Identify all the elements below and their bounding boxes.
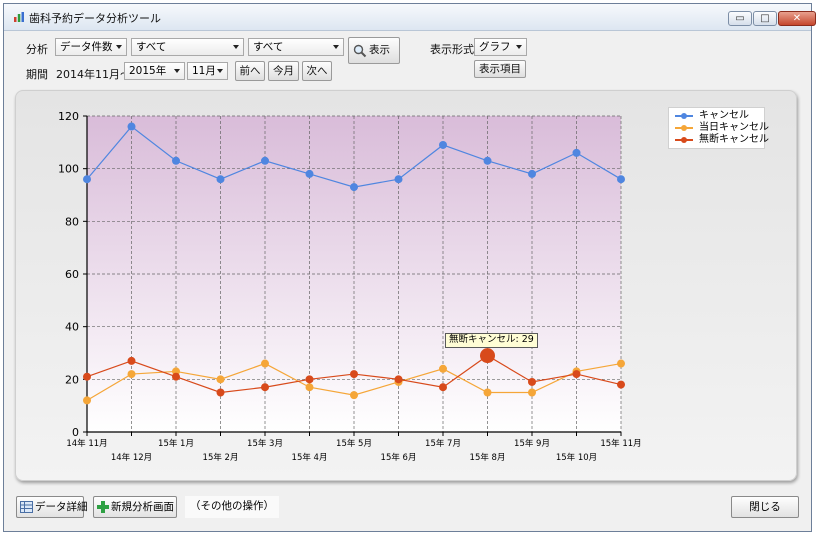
data-point [216, 375, 225, 384]
chart-legend: キャンセル 当日キャンセル 無断キャンセル [668, 107, 769, 149]
data-point [394, 375, 403, 384]
new-analysis-label: 新規分析画面 [111, 501, 174, 513]
legend-label: キャンセル [699, 110, 749, 121]
data-point [439, 364, 447, 373]
data-point [483, 156, 492, 165]
data-point [439, 383, 447, 392]
data-point [528, 377, 536, 386]
y-tick-label: 40 [65, 321, 79, 334]
data-point [216, 175, 225, 184]
legend-marker [681, 113, 687, 119]
data-point [261, 359, 269, 368]
y-tick-label: 60 [65, 268, 79, 281]
x-tick-label: 15年 4月 [292, 452, 328, 463]
data-point [83, 396, 91, 405]
data-point [83, 372, 91, 381]
data-point [261, 383, 269, 392]
data-point [305, 169, 314, 178]
data-point [172, 372, 180, 381]
data-detail-button[interactable]: データ詳細 [16, 496, 88, 518]
y-tick-label: 20 [65, 373, 79, 386]
x-tick-label: 15年 9月 [514, 438, 550, 449]
data-point [261, 156, 269, 165]
x-tick-label: 15年 7月 [425, 438, 461, 449]
x-tick-label: 15年 6月 [381, 452, 417, 463]
legend-label: 当日キャンセル [699, 122, 769, 133]
data-point [305, 375, 314, 384]
data-point [172, 156, 180, 165]
data-point [528, 388, 536, 397]
data-point [572, 370, 581, 379]
legend-marker [681, 125, 687, 131]
table-icon [20, 501, 33, 513]
chart-tooltip: 無断キャンセル: 29 [445, 333, 538, 348]
new-analysis-button[interactable]: 新規分析画面 [93, 496, 177, 518]
x-tick-label: 15年 1月 [158, 438, 194, 449]
y-tick-label: 0 [72, 426, 79, 439]
other-operations-button[interactable]: （その他の操作） [185, 496, 279, 518]
data-point [305, 383, 314, 392]
x-tick-label: 14年 11月 [66, 438, 107, 449]
data-point [617, 359, 625, 368]
data-point [617, 175, 625, 184]
data-point [572, 148, 581, 157]
x-tick-label: 15年 10月 [556, 452, 597, 463]
x-tick-label: 15年 11月 [600, 438, 641, 449]
data-point [528, 169, 536, 178]
data-point [127, 122, 136, 131]
line-chart: 0 20 40 60 80 100 120 14年 11月 14年 12月 15年 1月 15年 2… [58, 110, 642, 463]
close-button[interactable]: 閉じる [731, 496, 799, 518]
legend-label: 無断キャンセル [699, 134, 769, 145]
data-point [83, 175, 91, 184]
x-tick-label: 15年 3月 [247, 438, 283, 449]
x-tick-label: 15年 8月 [470, 452, 506, 463]
data-point [394, 175, 403, 184]
y-tick-label: 80 [65, 215, 79, 228]
x-tick-label: 15年 5月 [336, 438, 372, 449]
x-tick-label: 14年 12月 [111, 452, 152, 463]
data-point [127, 370, 136, 379]
plus-icon [97, 501, 109, 513]
data-point [127, 356, 136, 365]
data-point [350, 183, 358, 192]
x-tick-label: 15年 2月 [203, 452, 239, 463]
data-point [480, 348, 495, 364]
y-tick-label: 100 [58, 163, 79, 176]
y-tick-label: 120 [58, 110, 79, 123]
data-point [617, 380, 625, 389]
data-point [350, 391, 358, 400]
data-point [439, 140, 447, 149]
data-point [216, 388, 225, 397]
data-detail-label: データ詳細 [35, 501, 88, 513]
data-point [350, 370, 358, 379]
legend-marker [681, 137, 687, 143]
data-point [483, 388, 492, 397]
